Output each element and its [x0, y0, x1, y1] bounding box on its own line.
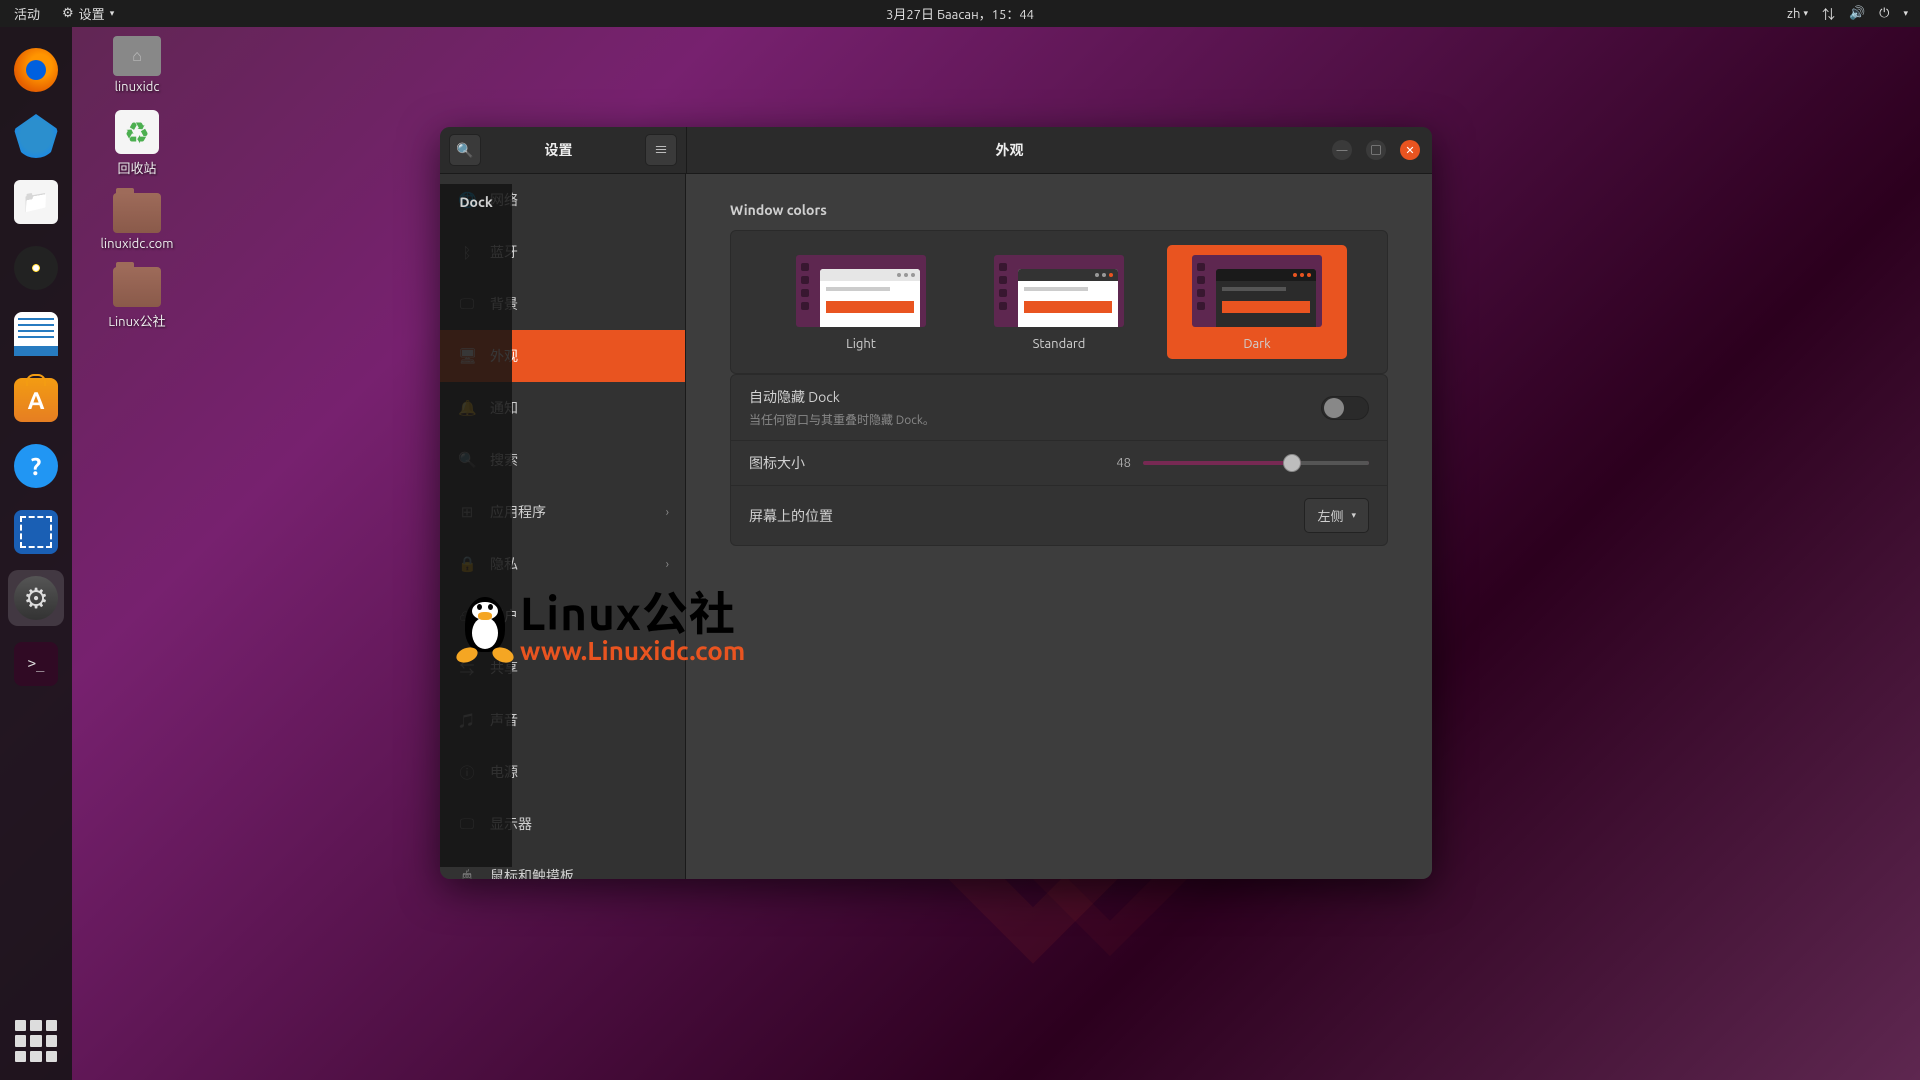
folder-icon [113, 267, 161, 307]
caret-down-icon: ▾ [1351, 510, 1356, 521]
theme-preview-icon [796, 255, 926, 327]
theme-option-light[interactable]: Light [771, 245, 951, 359]
desktop-icon-trash[interactable]: 回收站 [82, 110, 192, 177]
position-dropdown[interactable]: 左侧 ▾ [1304, 498, 1369, 533]
firefox-icon [14, 48, 58, 92]
minimize-button[interactable]: ─ [1332, 140, 1352, 160]
watermark: Linux公社 www.Linuxidc.com [450, 590, 745, 664]
maximize-icon: □ [1371, 142, 1382, 158]
settings-content: Window colors LightStandardDark Dock 自动隐… [686, 174, 1432, 879]
dock-item-settings[interactable] [8, 570, 64, 626]
chevron-right-icon: › [666, 506, 669, 519]
network-icon[interactable]: ⇅ [1822, 4, 1835, 23]
titlebar[interactable]: 🔍 设置 ≡ 外观 ─ □ ✕ [440, 127, 1432, 174]
clock[interactable]: 3月27日 Баасан，15：44 [886, 4, 1034, 23]
theme-option-dark[interactable]: Dark [1167, 245, 1347, 359]
icon-size-label: 图标大小 [749, 453, 1107, 473]
input-source-indicator[interactable]: zh ▾ [1787, 7, 1808, 21]
dock-item-rhythmbox[interactable] [8, 240, 64, 296]
chevron-right-icon: › [666, 558, 669, 571]
caret-down-icon[interactable]: ▾ [1903, 8, 1908, 19]
minimize-icon: ─ [1337, 142, 1348, 158]
power-icon[interactable]: ⏻ [1879, 6, 1889, 21]
caret-down-icon: ▾ [1803, 8, 1808, 19]
activities-button[interactable]: 活动 [0, 4, 54, 23]
tux-icon [450, 592, 520, 662]
app-menu-label: 设置 [79, 4, 105, 23]
page-title: 外观 [687, 140, 1332, 160]
caret-down-icon: ▾ [110, 8, 115, 19]
close-button[interactable]: ✕ [1400, 140, 1420, 160]
sidebar-item-label: 鼠标和触摸板 [490, 866, 574, 879]
maximize-button[interactable]: □ [1366, 140, 1386, 160]
dock-item-terminal[interactable] [8, 636, 64, 692]
icon-size-slider[interactable] [1143, 461, 1369, 465]
search-button[interactable]: 🔍 [449, 134, 481, 166]
desktop-icons: linuxidc 回收站 linuxidc.com Linux公社 [82, 36, 192, 346]
desktop-icon-folder[interactable]: linuxidc.com [82, 193, 192, 251]
dock-item-screenshot[interactable] [8, 504, 64, 560]
settings-icon [14, 576, 58, 620]
rhythmbox-icon [14, 246, 58, 290]
volume-icon[interactable]: 🔊 [1849, 6, 1865, 21]
dock-item-thunderbird[interactable] [8, 108, 64, 164]
close-icon: ✕ [1405, 144, 1414, 157]
app-menu[interactable]: ⚙ 设置 ▾ [54, 4, 122, 23]
theme-selector: Light Standard Dark [730, 230, 1388, 374]
theme-label: Light [846, 337, 876, 351]
position-row: 屏幕上的位置 左侧 ▾ [731, 485, 1387, 545]
autohide-description: 当任何窗口与其重叠时隐藏 Dock。 [749, 411, 1321, 428]
hamburger-menu-button[interactable]: ≡ [645, 134, 677, 166]
files-icon [14, 180, 58, 224]
show-applications-button[interactable] [15, 1020, 57, 1062]
folder-icon [113, 193, 161, 233]
autohide-switch[interactable] [1321, 396, 1369, 420]
dock-item-help[interactable] [8, 438, 64, 494]
position-label: 屏幕上的位置 [749, 506, 1304, 526]
theme-preview-icon [1192, 255, 1322, 327]
icon-size-value: 48 [1107, 456, 1131, 470]
dock-item-files[interactable] [8, 174, 64, 230]
theme-preview-icon [994, 255, 1124, 327]
system-tray: zh ▾ ⇅ 🔊 ⏻ ▾ [1787, 4, 1920, 23]
terminal-icon [14, 642, 58, 686]
home-folder-icon [113, 36, 161, 76]
help-icon [14, 444, 58, 488]
dock [0, 27, 72, 1080]
hamburger-icon: ≡ [654, 140, 668, 160]
theme-label: Dark [1243, 337, 1270, 351]
icon-size-row: 图标大小 48 [731, 440, 1387, 485]
desktop-icon-home[interactable]: linuxidc [82, 36, 192, 94]
theme-option-standard[interactable]: Standard [969, 245, 1149, 359]
settings-window: 🔍 设置 ≡ 外观 ─ □ ✕ 🌐网络ᛒ蓝牙🖵背景🖥外观🔔通知🔍搜索⊞应用程序›… [440, 127, 1432, 879]
screenshot-icon [14, 510, 58, 554]
section-title-window-colors: Window colors [730, 202, 1388, 218]
sidebar-title: 设置 [481, 140, 636, 160]
gear-icon: ⚙ [62, 6, 74, 21]
thunderbird-icon [14, 114, 58, 158]
top-panel: 活动 ⚙ 设置 ▾ 3月27日 Баасан，15：44 zh ▾ ⇅ 🔊 ⏻ … [0, 0, 1920, 27]
search-icon: 🔍 [456, 142, 473, 159]
libreoffice-writer-icon [14, 312, 58, 356]
mouse-touchpad-icon: 🖱 [458, 867, 476, 879]
trash-icon [115, 110, 159, 154]
ubuntu-software-icon [14, 378, 58, 422]
theme-label: Standard [1033, 337, 1086, 351]
dock-item-writer[interactable] [8, 306, 64, 362]
dock-settings-panel: 自动隐藏 Dock 当任何窗口与其重叠时隐藏 Dock。 图标大小 48 屏幕上… [730, 374, 1388, 546]
autohide-row: 自动隐藏 Dock 当任何窗口与其重叠时隐藏 Dock。 [731, 375, 1387, 440]
dock-item-software[interactable] [8, 372, 64, 428]
autohide-label: 自动隐藏 Dock [749, 387, 1321, 407]
dock-item-firefox[interactable] [8, 42, 64, 98]
desktop-icon-folder[interactable]: Linux公社 [82, 267, 192, 330]
